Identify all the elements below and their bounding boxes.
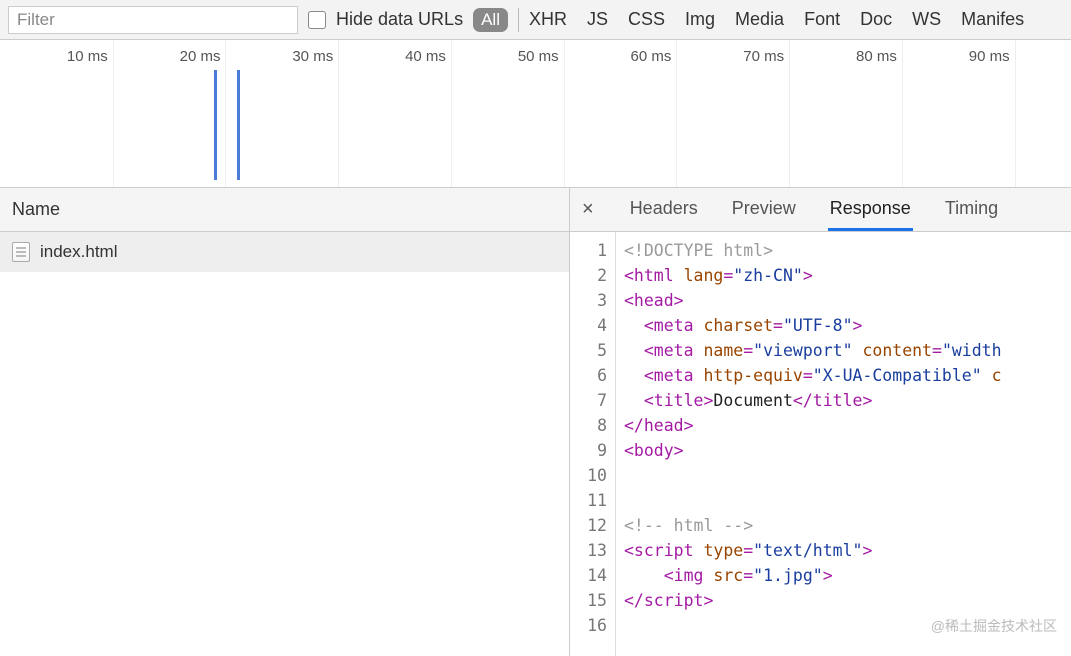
filter-type-ws[interactable]: WS [912,9,941,30]
line-gutter: 12345678910111213141516 [570,232,616,656]
filter-type-manifes[interactable]: Manifes [961,9,1024,30]
response-source: 12345678910111213141516 <!DOCTYPE html><… [570,232,1071,656]
tab-preview[interactable]: Preview [730,189,798,231]
hide-data-urls-label[interactable]: Hide data URLs [336,9,463,30]
request-row[interactable]: index.html [0,232,569,272]
filter-toolbar: Hide data URLs All XHR JS CSS Img Media Font D… [0,0,1071,40]
close-icon[interactable]: × [576,198,600,221]
tab-headers[interactable]: Headers [628,189,700,231]
filter-input[interactable] [8,6,298,34]
timeline-tick: 60 ms [631,48,672,65]
detail-panel: × Headers Preview Response Timing 123456789… [570,188,1071,656]
filter-type-tabs: XHR JS CSS Img Media Font Doc WS Manifes [529,9,1024,30]
filter-type-all[interactable]: All [473,8,508,32]
timeline-request-bar[interactable] [237,70,240,180]
timeline-tick: 10 ms [67,48,108,65]
timeline-overview[interactable]: 10 ms 20 ms 30 ms 40 ms 50 ms 60 ms 70 ms 80 ms… [0,40,1071,188]
filter-type-doc[interactable]: Doc [860,9,892,30]
watermark: @稀土掘金技术社区 [931,616,1057,636]
name-column-header[interactable]: Name [0,188,569,232]
timeline-request-bar[interactable] [214,70,217,180]
filter-type-font[interactable]: Font [804,9,840,30]
filter-type-media[interactable]: Media [735,9,784,30]
filter-type-img[interactable]: Img [685,9,715,30]
timeline-tick: 30 ms [292,48,333,65]
detail-tabs: × Headers Preview Response Timing [570,188,1071,232]
tab-response[interactable]: Response [828,189,913,231]
timeline-tick: 50 ms [518,48,559,65]
timeline-tick: 90 ms [969,48,1010,65]
request-name: index.html [40,242,117,262]
document-icon [12,242,30,262]
timeline-tick: 40 ms [405,48,446,65]
request-list-panel: Name index.html [0,188,570,656]
timeline-tick: 80 ms [856,48,897,65]
network-split: Name index.html × Headers Preview Response… [0,188,1071,656]
timeline-tick: 70 ms [743,48,784,65]
filter-type-css[interactable]: CSS [628,9,665,30]
filter-type-js[interactable]: JS [587,9,608,30]
tab-timing[interactable]: Timing [943,189,1000,231]
filter-type-xhr[interactable]: XHR [529,9,567,30]
separator [518,8,519,32]
source-code[interactable]: <!DOCTYPE html><html lang="zh-CN"><head>… [616,232,1071,656]
timeline-tick: 20 ms [180,48,221,65]
hide-data-urls-checkbox[interactable] [308,11,326,29]
